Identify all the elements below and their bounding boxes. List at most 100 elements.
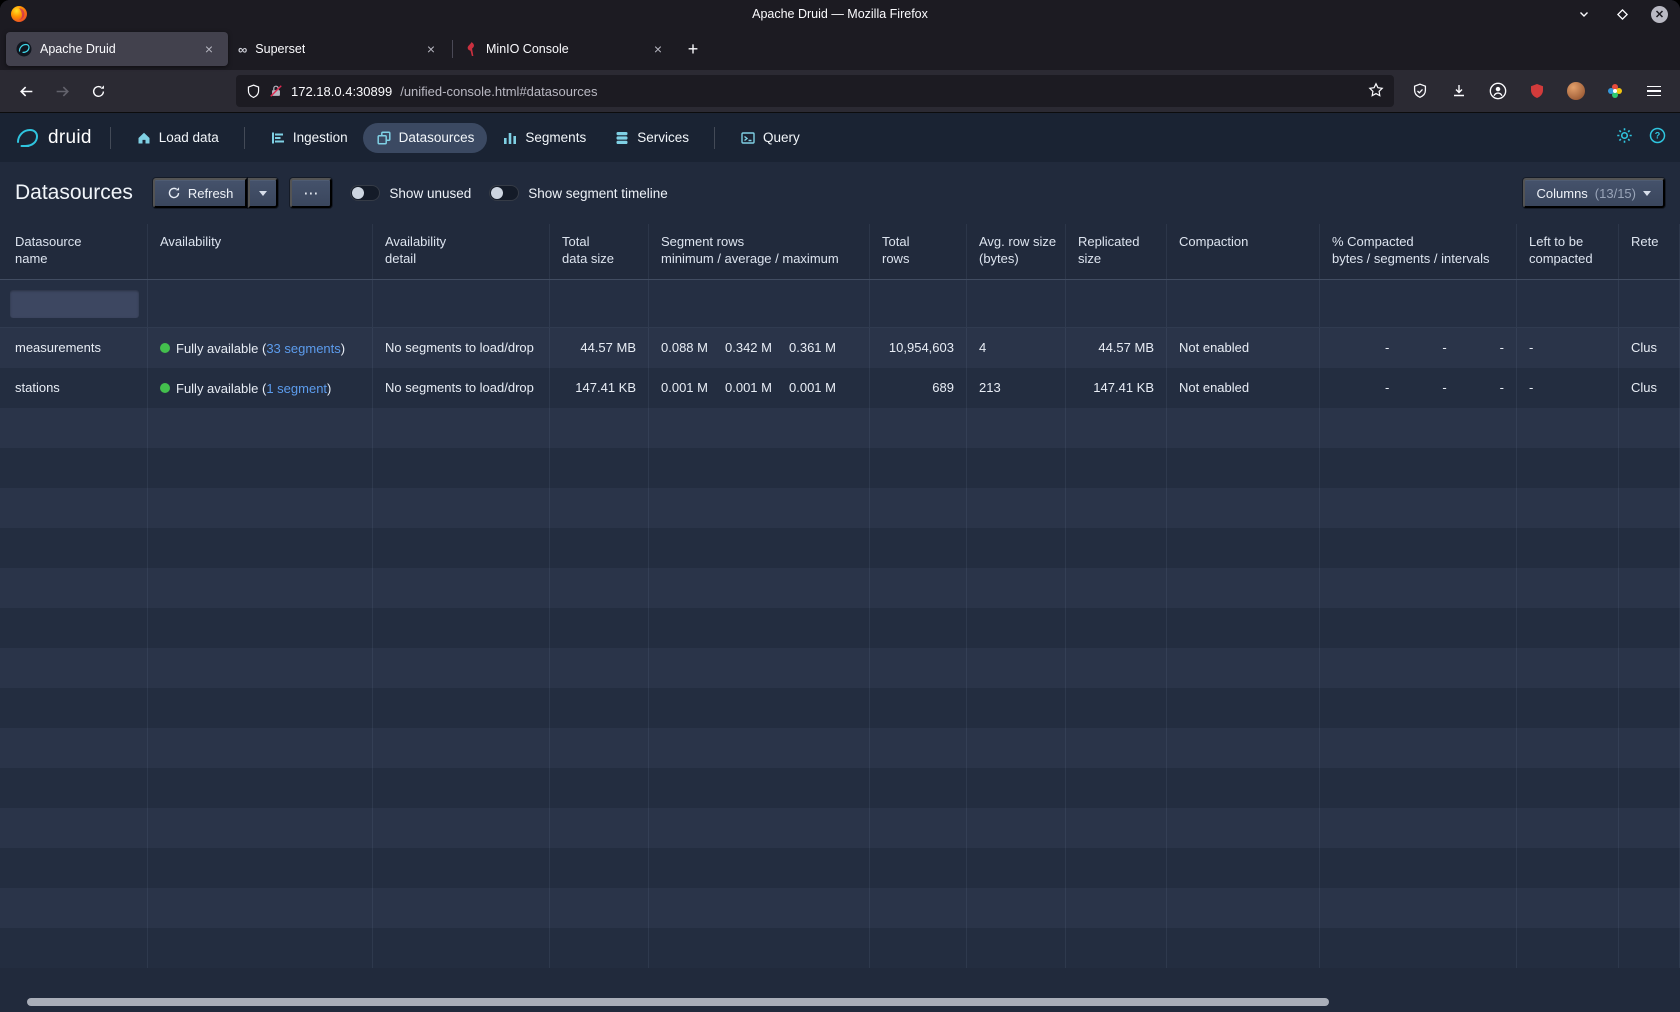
tab-apache-druid[interactable]: Apache Druid ×: [6, 32, 228, 66]
col-header-total-data-size[interactable]: Totaldata size: [550, 224, 649, 279]
database-icon: [614, 130, 630, 146]
empty-cell: [967, 928, 1066, 968]
empty-cell: [1167, 928, 1320, 968]
empty-cell: [148, 488, 373, 528]
empty-cell: [148, 648, 373, 688]
col-header-replicated-size[interactable]: Replicatedsize: [1066, 224, 1167, 279]
forward-button[interactable]: [46, 75, 78, 107]
more-button[interactable]: ⋯: [290, 178, 332, 208]
refresh-label: Refresh: [188, 186, 234, 201]
refresh-options-button[interactable]: [248, 178, 278, 208]
col-header-total-rows[interactable]: Totalrows: [870, 224, 967, 279]
col-header-left-to-be-compacted[interactable]: Left to becompacted: [1517, 224, 1619, 279]
druid-favicon: [16, 41, 32, 57]
empty-cell: [0, 648, 148, 688]
col-header-availability[interactable]: Availability: [148, 224, 373, 279]
empty-cell: [1320, 888, 1517, 928]
new-tab-button[interactable]: +: [677, 34, 709, 64]
col-header-availability-detail[interactable]: Availabilitydetail: [373, 224, 550, 279]
empty-cell: [373, 528, 550, 568]
refresh-button[interactable]: Refresh: [153, 178, 248, 208]
empty-cell: [373, 848, 550, 888]
toggle-label: Show segment timeline: [528, 186, 668, 201]
druid-brand[interactable]: druid: [14, 125, 92, 151]
empty-cell: [1320, 848, 1517, 888]
close-icon[interactable]: ✕: [1651, 6, 1668, 23]
col-header-avg-row-size[interactable]: Avg. row size(bytes): [967, 224, 1066, 279]
empty-cell: [0, 848, 148, 888]
empty-cell: [373, 648, 550, 688]
datasource-filter-input[interactable]: [10, 290, 139, 318]
reload-button[interactable]: [82, 75, 114, 107]
menu-icon[interactable]: [1638, 75, 1670, 107]
empty-row: [0, 408, 1680, 448]
chevron-down-icon[interactable]: [1575, 5, 1593, 23]
empty-cell: [550, 528, 649, 568]
window-titlebar: Apache Druid — Mozilla Firefox ✕: [0, 0, 1680, 28]
col-header-segment-rows[interactable]: Segment rowsminimum / average / maximum: [649, 224, 870, 279]
cell-segment-rows: 0.001 M0.001 M0.001 M: [649, 368, 870, 408]
col-header-datasource-name[interactable]: Datasourcename: [0, 224, 148, 279]
shield-badge-icon[interactable]: [1404, 75, 1436, 107]
ublock-icon[interactable]: [1521, 75, 1553, 107]
empty-cell: [649, 488, 870, 528]
empty-cell: [1619, 528, 1680, 568]
empty-cell: [1619, 648, 1680, 688]
url-bar[interactable]: 172.18.0.4:30899/unified-console.html#da…: [236, 75, 1394, 107]
empty-cell: [0, 728, 148, 768]
gear-icon[interactable]: [1616, 127, 1633, 149]
console-icon: [740, 130, 756, 146]
empty-cell: [550, 928, 649, 968]
account-icon[interactable]: [1482, 75, 1514, 107]
col-header-compaction[interactable]: Compaction: [1167, 224, 1320, 279]
empty-row: [0, 648, 1680, 688]
window-title: Apache Druid — Mozilla Firefox: [752, 7, 928, 21]
cell-avg-row-size: 4: [967, 328, 1066, 368]
empty-cell: [1619, 888, 1680, 928]
window-controls: ✕: [1575, 0, 1668, 28]
horizontal-scrollbar[interactable]: [27, 998, 1329, 1006]
show-unused-toggle[interactable]: [350, 185, 380, 201]
empty-cell: [550, 648, 649, 688]
empty-cell: [1320, 728, 1517, 768]
availability-close: ): [341, 341, 345, 356]
avatar[interactable]: [1560, 75, 1592, 107]
shield-icon[interactable]: [246, 84, 261, 99]
nav-item-services[interactable]: Services: [601, 123, 702, 153]
segments-link[interactable]: 33 segments: [266, 341, 340, 356]
datasource-row-measurements[interactable]: measurements Fully available (33 segment…: [0, 328, 1680, 368]
datasource-row-stations[interactable]: stations Fully available (1 segment) No …: [0, 368, 1680, 408]
bookmark-star-icon[interactable]: [1368, 82, 1384, 101]
empty-cell: [373, 888, 550, 928]
empty-cell: [1619, 448, 1680, 488]
tab-close-icon[interactable]: ×: [649, 41, 667, 57]
col-header-pct-compacted[interactable]: % Compactedbytes / segments / intervals: [1320, 224, 1517, 279]
download-icon[interactable]: [1443, 75, 1475, 107]
back-button[interactable]: [10, 75, 42, 107]
maximize-diamond-icon[interactable]: [1613, 5, 1631, 23]
segment-timeline-toggle[interactable]: [489, 185, 519, 201]
nav-item-load-data[interactable]: Load data: [123, 123, 232, 153]
empty-row: [0, 528, 1680, 568]
tab-minio-console[interactable]: MinIO Console ×: [455, 32, 677, 66]
nav-item-ingestion[interactable]: Ingestion: [257, 123, 361, 153]
columns-button[interactable]: Columns (13/15): [1523, 178, 1666, 208]
tab-close-icon[interactable]: ×: [422, 41, 440, 57]
segments-link[interactable]: 1 segment: [266, 381, 327, 396]
empty-cell: [550, 808, 649, 848]
nav-item-segments[interactable]: Segments: [489, 123, 599, 153]
empty-cell: [967, 488, 1066, 528]
nav-item-query[interactable]: Query: [727, 123, 813, 153]
cell-left-to-be-compacted: -: [1517, 368, 1619, 408]
help-icon[interactable]: ?: [1649, 127, 1666, 149]
druid-header: druid Load data Ingestion Datasources Se…: [0, 113, 1680, 162]
tab-superset[interactable]: ∞ Superset ×: [228, 32, 450, 66]
cell-pct-compacted: ---: [1320, 328, 1517, 368]
tab-close-icon[interactable]: ×: [200, 41, 218, 57]
show-unused-toggle-group: Show unused: [350, 185, 471, 201]
pinwheel-icon[interactable]: [1599, 75, 1631, 107]
lock-insecure-icon[interactable]: [269, 84, 283, 98]
col-header-retention[interactable]: Rete: [1619, 224, 1680, 279]
nav-item-datasources[interactable]: Datasources: [363, 123, 488, 153]
empty-cell: [649, 408, 870, 448]
